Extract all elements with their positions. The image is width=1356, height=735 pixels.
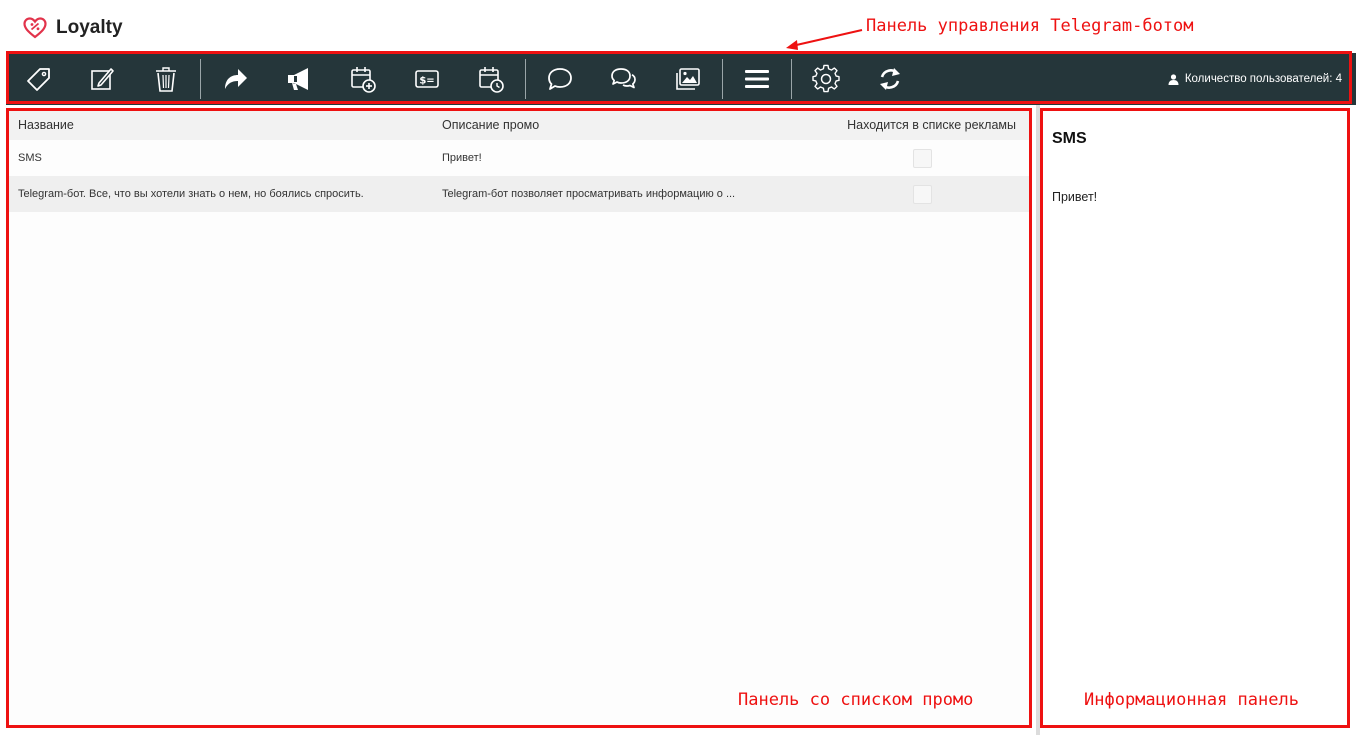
gallery-button[interactable]: [656, 53, 720, 105]
toolbar-separator: [791, 59, 792, 99]
chat-bubbles-icon: [611, 68, 636, 89]
in-ads-checkbox[interactable]: [913, 148, 932, 168]
annotation-arrow: [786, 29, 863, 50]
menu-icon: [745, 70, 769, 88]
trash-icon: [156, 67, 176, 92]
table-row[interactable]: Telegram-бот. Все, что вы хотели знать о…: [8, 176, 1030, 212]
promo-list-panel: Название Описание промо Находится в спис…: [8, 110, 1030, 728]
info-panel: SMS Привет!: [1042, 110, 1348, 728]
cell-description: Telegram-бот позволяет просматривать инф…: [442, 188, 736, 200]
schedule-time-button[interactable]: [459, 53, 523, 105]
settings-button[interactable]: [794, 53, 858, 105]
price-button[interactable]: $=: [395, 53, 459, 105]
info-title: SMS: [1052, 130, 1087, 147]
edit-button[interactable]: [70, 53, 134, 105]
table-row[interactable]: SMS Привет!: [8, 140, 1030, 176]
price-tag-icon: $=: [415, 70, 439, 88]
cell-description: Привет!: [442, 152, 482, 164]
edit-icon: [91, 68, 114, 90]
calendar-add-icon: [351, 67, 376, 93]
megaphone-icon: [288, 68, 308, 90]
in-ads-checkbox[interactable]: [913, 184, 932, 204]
column-header-name[interactable]: Название: [8, 118, 432, 132]
toolbar-separator: [200, 59, 201, 99]
bot-control-toolbar: $= Количество пользователей: 4: [6, 53, 1356, 105]
annotation-list-label: Панель со списком промо: [738, 690, 974, 710]
logo-text: Loyalty: [56, 17, 123, 38]
annotation-toolbar-label: Панель управления Telegram-ботом: [866, 16, 1194, 36]
user-count: Количество пользователей: 4: [1168, 73, 1342, 85]
schedule-add-button[interactable]: [331, 53, 395, 105]
chat-bubble-icon: [548, 68, 572, 90]
promo-list-header: Название Описание промо Находится в спис…: [8, 110, 1030, 140]
broadcast-button[interactable]: [267, 53, 331, 105]
svg-text:$=: $=: [419, 76, 434, 87]
tag-button[interactable]: [6, 53, 70, 105]
image-gallery-icon: [676, 68, 700, 90]
annotation-info-label: Информационная панель: [1084, 690, 1299, 710]
info-body: Привет!: [1052, 190, 1098, 204]
user-count-label: Количество пользователей: 4: [1184, 73, 1342, 85]
user-icon: [1168, 73, 1179, 85]
dialogs-button[interactable]: [592, 53, 656, 105]
refresh-icon: [880, 68, 900, 90]
refresh-button[interactable]: [858, 53, 922, 105]
toolbar-separator: [722, 59, 723, 99]
app-logo: Loyalty: [22, 14, 123, 42]
panel-splitter[interactable]: [1036, 105, 1040, 735]
gear-icon: [812, 64, 840, 93]
tag-icon: [27, 68, 50, 91]
column-header-in-ads[interactable]: Находится в списке рекламы: [810, 118, 1030, 132]
delete-button[interactable]: [134, 53, 198, 105]
column-header-description[interactable]: Описание промо: [432, 118, 810, 132]
menu-button[interactable]: [725, 53, 789, 105]
share-button[interactable]: [203, 53, 267, 105]
heart-percent-icon: [23, 17, 47, 39]
toolbar-separator: [525, 59, 526, 99]
cell-name: SMS: [18, 152, 42, 164]
chat-button[interactable]: [528, 53, 592, 105]
share-icon: [225, 69, 247, 89]
cell-name: Telegram-бот. Все, что вы хотели знать о…: [18, 188, 364, 200]
calendar-clock-icon: [479, 67, 504, 93]
